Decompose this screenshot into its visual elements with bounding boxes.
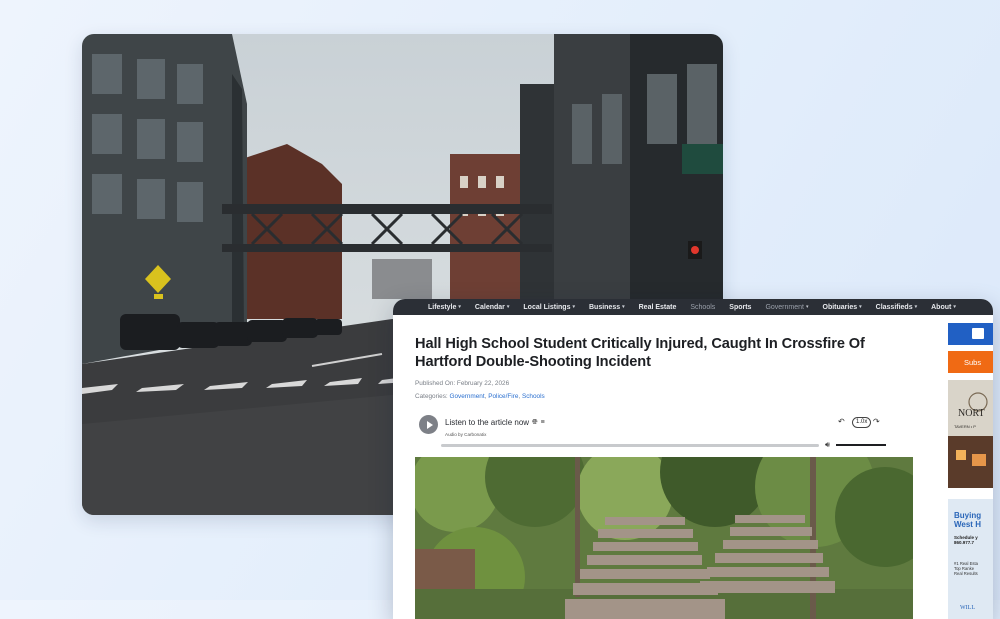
nav-item-lifestyle[interactable]: Lifestyle ▾: [421, 299, 468, 315]
main-nav: Lifestyle ▾ Calendar ▾ Local Listings ▾ Bus…: [393, 299, 993, 315]
category-link-police-fire[interactable]: Police/Fire: [488, 393, 518, 400]
sidebar-ad2-title-2: West H: [954, 520, 981, 529]
nav-item-calendar[interactable]: Calendar ▾: [468, 299, 516, 315]
play-icon[interactable]: [419, 415, 438, 434]
chevron-down-icon: ▾: [622, 304, 625, 310]
category-link-government[interactable]: Government: [449, 393, 484, 400]
sidebar-ad2-line2: 860.977.7: [954, 540, 975, 545]
article-title: Hall High School Student Critically Inju…: [415, 336, 865, 370]
chevron-down-icon: ▾: [572, 304, 575, 310]
sidebar-ad-realestate[interactable]: Buying West H Schedule y 860.977.7 #1 Real…: [948, 499, 993, 619]
chevron-down-icon: ▾: [805, 304, 809, 310]
forward-icon[interactable]: ↷: [873, 417, 880, 426]
chevron-down-icon: ▾: [458, 304, 461, 310]
nav-item-about[interactable]: About ▾: [924, 299, 963, 315]
rewind-icon[interactable]: ↶: [838, 417, 845, 426]
subscribe-button[interactable]: Subs: [948, 351, 993, 373]
sidebar-ad-title: NORT: [958, 408, 985, 419]
sidebar-ad2-footer: WILL: [960, 605, 975, 611]
volume-slider[interactable]: [836, 444, 886, 446]
sidebar-ad2-title-1: Buying: [954, 511, 982, 520]
nav-item-business[interactable]: Business ▾: [582, 299, 632, 315]
audio-progress-bar[interactable]: [441, 444, 819, 447]
audio-credit: Audio by Carbonatix: [445, 432, 487, 437]
listen-label: Listen to the article now: [445, 418, 530, 427]
nav-item-classifieds[interactable]: Classifieds ▾: [869, 299, 924, 315]
volume-icon[interactable]: 🔊︎: [825, 440, 830, 450]
sidebar-ad-subtitle: TAVERN • P: [954, 424, 976, 429]
nav-item-real-estate[interactable]: Real Estate: [632, 299, 684, 315]
audio-player: Listen to the article now 🌐︎ ≡ Audio by …: [415, 412, 913, 456]
nav-item-obituaries[interactable]: Obituaries ▾: [816, 299, 869, 315]
article: Hall High School Student Critically Inju…: [415, 335, 913, 456]
chevron-down-icon: ▾: [506, 304, 510, 310]
globe-icon[interactable]: 🌐︎: [532, 419, 538, 427]
sidebar-ad-restaurant[interactable]: NORT TAVERN • P: [948, 380, 993, 488]
sidebar-ad2-line5: Real Results: [954, 571, 978, 576]
sidebar-blue-button[interactable]: [948, 323, 993, 345]
nav-item-sports[interactable]: Sports: [722, 299, 758, 315]
list-icon[interactable]: ≡: [541, 419, 545, 426]
category-link-schools[interactable]: Schools: [522, 393, 545, 400]
publish-date: Published On: February 22, 2026: [415, 380, 510, 387]
nav-item-government[interactable]: Government ▾: [758, 299, 815, 315]
categories-label: Categories:: [415, 393, 448, 400]
chevron-down-icon: ▾: [953, 304, 956, 310]
chevron-down-icon: ▾: [914, 304, 918, 310]
speed-button[interactable]: 1.0x: [852, 417, 872, 428]
chevron-down-icon: ▾: [859, 304, 862, 310]
nav-item-local-listings[interactable]: Local Listings ▾: [516, 299, 582, 315]
nav-item-schools[interactable]: Schools: [683, 299, 722, 315]
categories: Categories: Government, Police/Fire, Sch…: [415, 393, 545, 400]
news-site-screenshot: Lifestyle ▾ Calendar ▾ Local Listings ▾ Bus…: [393, 299, 993, 619]
article-hero-image: [415, 457, 913, 619]
